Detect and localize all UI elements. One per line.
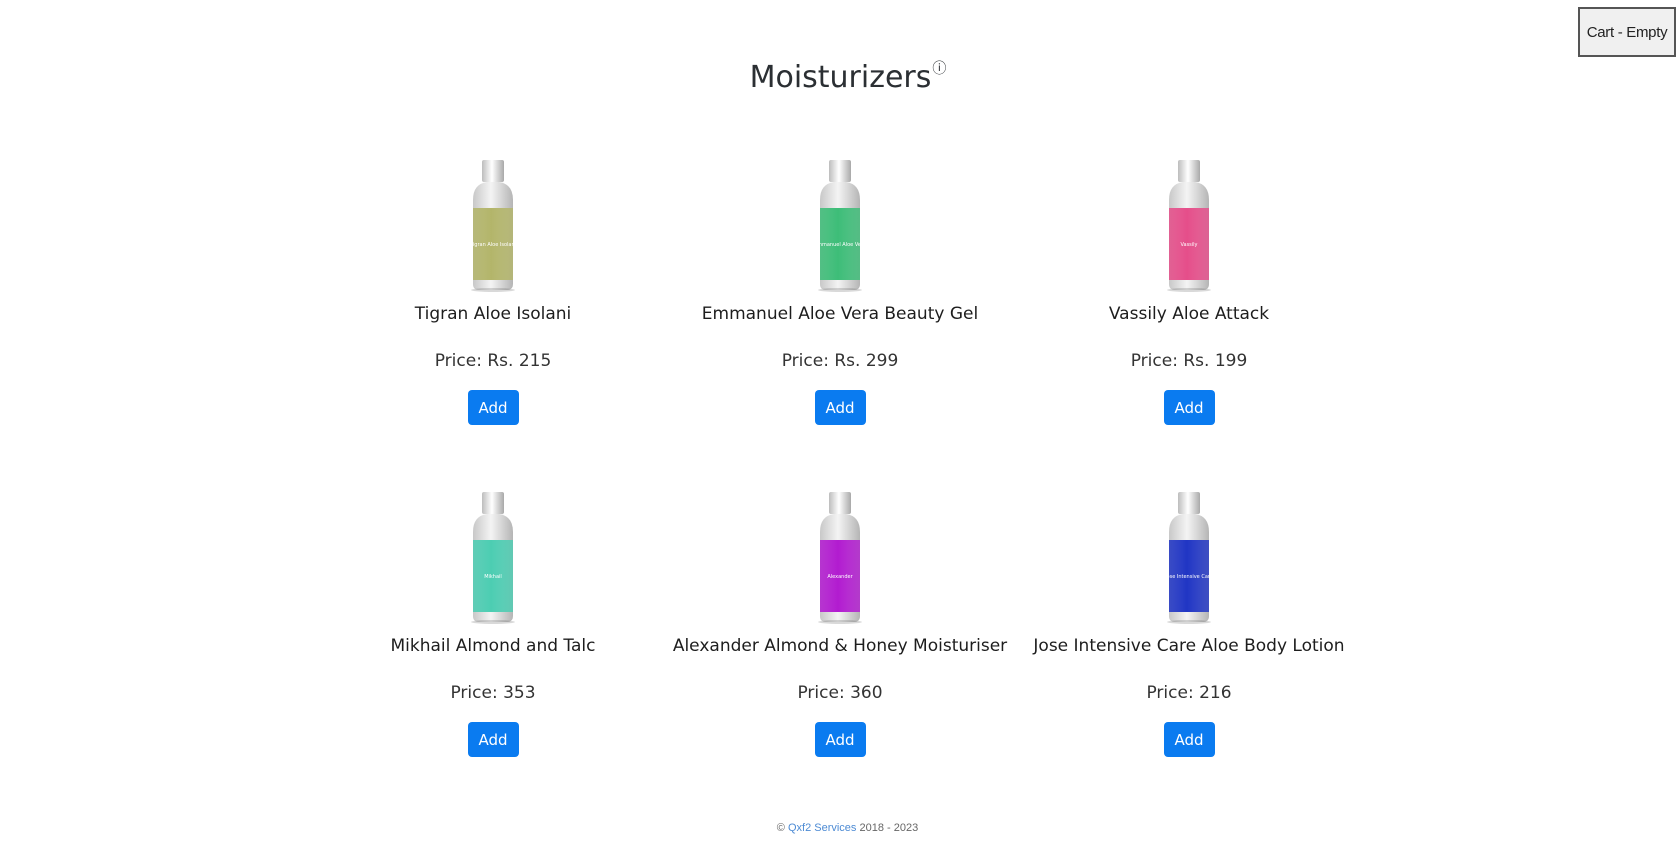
add-button[interactable]: Add	[1163, 722, 1215, 757]
add-button[interactable]: Add	[467, 722, 519, 757]
info-icon[interactable]: ⓘ	[932, 61, 946, 77]
svg-text:Jose Intensive Care: Jose Intensive Care	[1164, 574, 1213, 580]
product-card: Emmanuel Aloe Vera Emmanuel Aloe Vera Be…	[670, 160, 1010, 440]
product-name: Tigran Aloe Isolani	[414, 304, 572, 324]
product-card: Tigran Aloe Isolani Tigran Aloe Isolani …	[323, 160, 663, 440]
svg-text:Tigran Aloe Isolani: Tigran Aloe Isolani	[469, 242, 516, 248]
page-title: Moisturizersⓘ	[0, 60, 1678, 95]
product-card: Jose Intensive Care Jose Intensive Care …	[1019, 492, 1359, 772]
product-name: Vassily Aloe Attack	[1108, 304, 1270, 324]
footer-link[interactable]: Qxf2 Services	[788, 822, 856, 834]
product-image: Tigran Aloe Isolani	[469, 160, 516, 292]
footer-years: 2018 - 2023	[859, 822, 919, 834]
add-button[interactable]: Add	[814, 390, 866, 425]
product-name: Emmanuel Aloe Vera Beauty Gel	[701, 304, 979, 324]
product-price: Price: 216	[1146, 683, 1232, 703]
product-image: Emmanuel Aloe Vera	[814, 160, 866, 292]
product-price: Price: Rs. 199	[1130, 351, 1248, 371]
product-card: Vassily Vassily Aloe Attack Price: Rs. 1…	[1019, 160, 1359, 440]
product-name: Alexander Almond & Honey Moisturiser	[672, 636, 1008, 656]
product-price: Price: Rs. 215	[434, 351, 552, 371]
svg-text:Mikhail: Mikhail	[484, 574, 502, 580]
product-name: Mikhail Almond and Talc	[390, 636, 596, 656]
product-card: Alexander Alexander Almond & Honey Moist…	[670, 492, 1010, 772]
product-image: Jose Intensive Care	[1164, 492, 1213, 624]
product-image: Alexander	[818, 492, 862, 624]
add-button[interactable]: Add	[1163, 390, 1215, 425]
add-button[interactable]: Add	[814, 722, 866, 757]
product-price: Price: 353	[450, 683, 536, 703]
svg-text:Alexander: Alexander	[827, 574, 853, 580]
copyright-symbol: ©	[776, 822, 785, 834]
page-title-text: Moisturizers	[749, 60, 932, 95]
cart-button[interactable]: Cart - Empty	[1578, 7, 1676, 57]
svg-text:Emmanuel Aloe Vera: Emmanuel Aloe Vera	[814, 242, 866, 248]
svg-text:Vassily: Vassily	[1180, 242, 1197, 248]
product-price: Price: 360	[797, 683, 883, 703]
product-name: Jose Intensive Care Aloe Body Lotion	[1033, 636, 1345, 656]
footer: © Qxf2 Services 2018 - 2023	[0, 822, 1678, 834]
product-image: Mikhail	[471, 492, 515, 624]
add-button[interactable]: Add	[467, 390, 519, 425]
product-price: Price: Rs. 299	[781, 351, 899, 371]
product-card: Mikhail Mikhail Almond and Talc Price: 3…	[323, 492, 663, 772]
product-image: Vassily	[1167, 160, 1211, 292]
